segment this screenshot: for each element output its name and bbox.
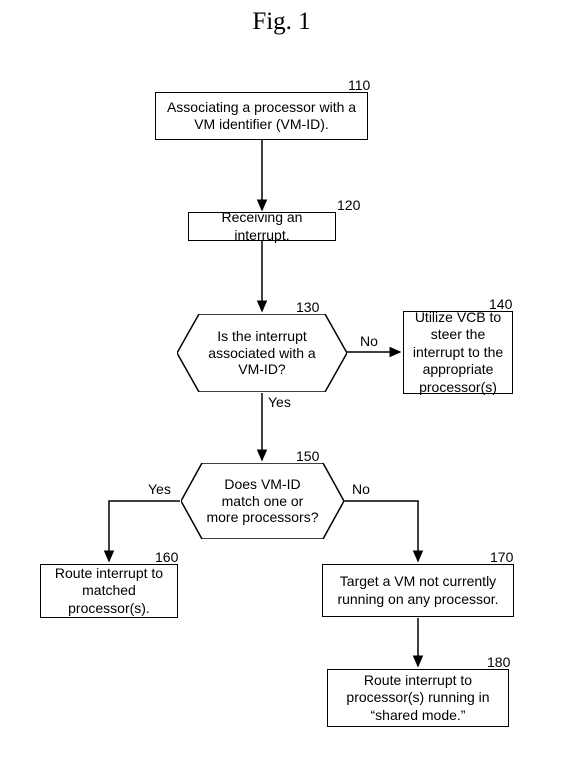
ref-label-120: 120 <box>337 197 360 213</box>
process-140-text: Utilize VCB to steer the interrupt to th… <box>413 309 503 397</box>
ref-label-180: 180 <box>487 654 510 670</box>
ref-label-130: 130 <box>296 299 319 315</box>
process-160-text: Route interrupt to matched processor(s). <box>55 565 163 618</box>
edge-130-no: No <box>360 333 378 349</box>
decision-150-text: Does VM-ID match one or more processors? <box>206 476 318 526</box>
figure-title: Fig. 1 <box>0 8 563 36</box>
edge-150-yes: Yes <box>148 481 171 497</box>
ref-label-160: 160 <box>155 549 178 565</box>
process-120: Receiving an interrupt. <box>188 212 336 241</box>
decision-130-text: Is the interrupt associated with a VM-ID… <box>208 328 315 378</box>
edge-130-yes: Yes <box>268 394 291 410</box>
process-110-text: Associating a processor with a VM identi… <box>167 99 356 134</box>
decision-130: Is the interrupt associated with a VM-ID… <box>177 314 347 392</box>
process-120-text: Receiving an interrupt. <box>193 209 331 244</box>
ref-label-110: 110 <box>348 77 370 93</box>
process-170: Target a VM not currently running on any… <box>322 564 514 617</box>
process-180-text: Route interrupt to processor(s) running … <box>346 672 489 725</box>
process-140: Utilize VCB to steer the interrupt to th… <box>403 311 513 394</box>
ref-label-170: 170 <box>490 549 513 565</box>
edge-150-no: No <box>352 481 370 497</box>
decision-150: Does VM-ID match one or more processors? <box>181 463 344 539</box>
process-170-text: Target a VM not currently running on any… <box>337 573 498 608</box>
ref-label-150: 150 <box>296 448 319 464</box>
process-110: Associating a processor with a VM identi… <box>155 92 368 140</box>
process-160: Route interrupt to matched processor(s). <box>40 564 178 618</box>
process-180: Route interrupt to processor(s) running … <box>327 669 509 727</box>
